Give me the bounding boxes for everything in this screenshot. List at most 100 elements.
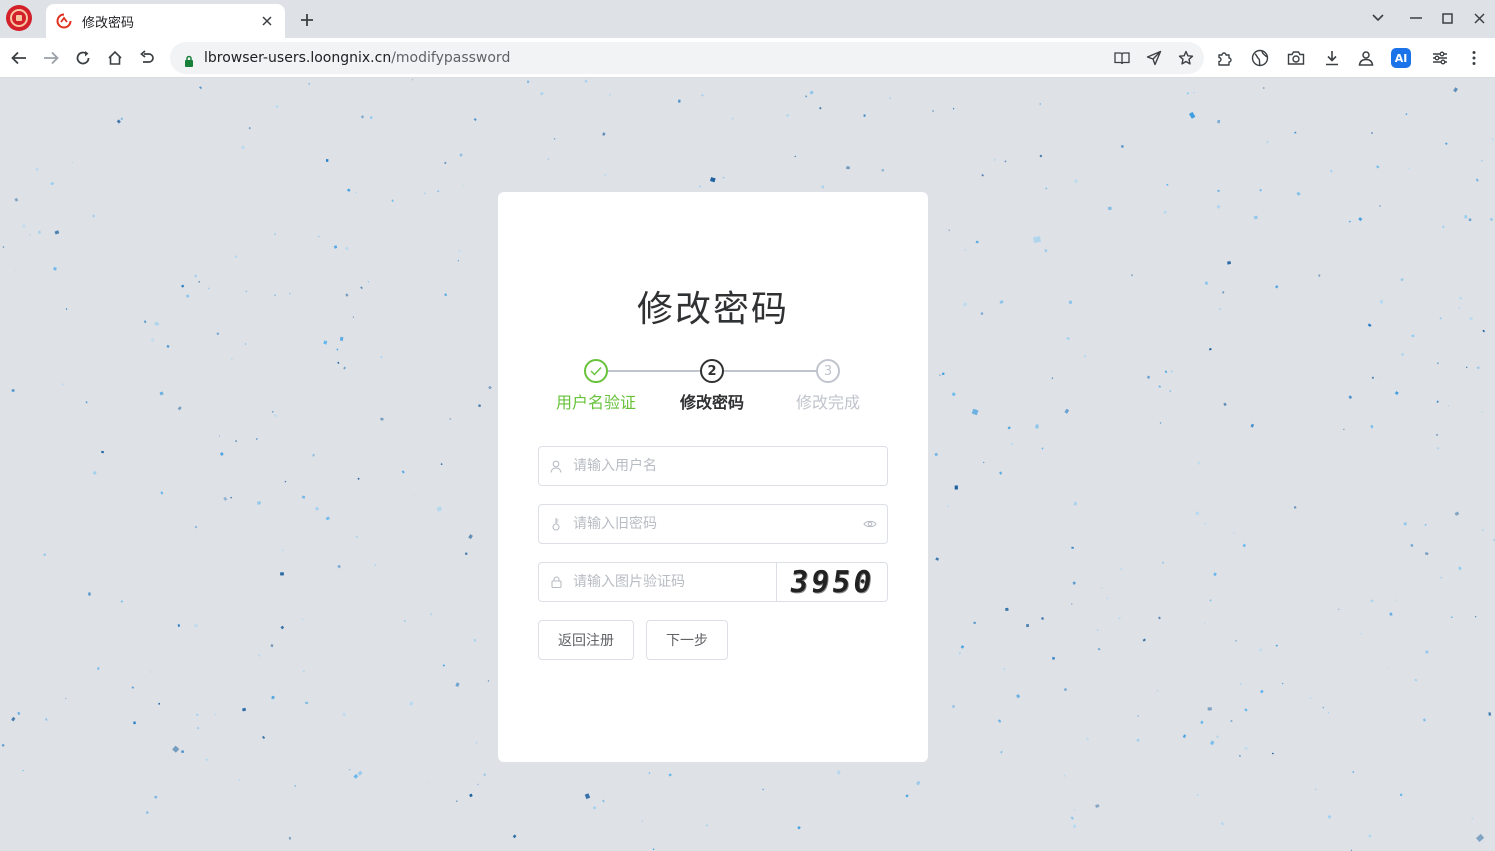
back-to-register-button[interactable]: 返回注册 — [538, 620, 634, 660]
particle-dot — [1137, 715, 1139, 717]
particle-dot — [1338, 608, 1340, 611]
particle-dot — [302, 670, 305, 673]
send-icon[interactable] — [1142, 46, 1166, 70]
globe-translate-icon[interactable] — [1248, 46, 1272, 70]
particle-dot — [131, 686, 135, 689]
particle-dot — [1186, 91, 1190, 95]
particle-dot — [347, 188, 351, 192]
particle-dot — [1217, 189, 1220, 193]
particle-dot — [1424, 552, 1429, 556]
captcha-image[interactable]: 3950 — [776, 562, 888, 602]
particle-dot — [462, 184, 465, 187]
particle-dot — [935, 557, 940, 561]
profile-icon[interactable] — [1354, 46, 1378, 70]
particle-dot — [1182, 734, 1187, 739]
particle-dot — [436, 506, 443, 512]
home-icon[interactable] — [103, 46, 127, 70]
particle-dot — [1352, 771, 1355, 773]
particle-dot — [1348, 220, 1351, 223]
particle-dot — [821, 185, 825, 189]
customize-sliders-icon[interactable] — [1428, 46, 1452, 70]
particle-dot — [1309, 697, 1312, 700]
back-arrow-icon[interactable] — [7, 46, 31, 70]
particle-dot — [677, 99, 681, 103]
particle-dot — [1403, 522, 1407, 526]
browser-logo-icon[interactable] — [6, 5, 32, 31]
particle-dot — [333, 245, 338, 249]
particle-dot — [280, 572, 284, 576]
reading-mode-icon[interactable] — [1110, 46, 1134, 70]
address-bar[interactable]: lbrowser-users.loongnix.cn/modifypasswor… — [170, 42, 1204, 74]
particle-dot — [477, 783, 479, 786]
particle-dot — [648, 772, 651, 775]
particle-dot — [1083, 355, 1087, 358]
particle-dot — [1096, 629, 1099, 632]
particle-dot — [797, 826, 801, 830]
particle-dot — [1482, 329, 1486, 333]
username-input[interactable] — [573, 447, 887, 485]
lock-icon[interactable] — [184, 52, 194, 67]
particle-dot — [154, 795, 158, 799]
bookmark-star-icon[interactable] — [1174, 46, 1198, 70]
more-menu-icon[interactable] — [1462, 46, 1486, 70]
old-password-input[interactable] — [573, 505, 853, 543]
captcha-input[interactable] — [573, 563, 776, 601]
tab-search-chevron-icon[interactable] — [1365, 6, 1391, 30]
tab-close-icon[interactable] — [259, 13, 275, 29]
particle-dot — [1440, 576, 1443, 579]
minimize-icon[interactable] — [1403, 6, 1429, 30]
particle-dot — [1275, 285, 1279, 289]
captcha-field[interactable] — [538, 562, 777, 602]
particle-dot — [177, 406, 182, 411]
reload-icon[interactable] — [71, 46, 95, 70]
screenshot-camera-icon[interactable] — [1284, 46, 1308, 70]
particle-dot — [345, 293, 349, 297]
particle-dot — [819, 106, 822, 110]
particle-dot — [960, 645, 965, 649]
new-tab-icon[interactable] — [296, 9, 318, 31]
particle-dot — [11, 716, 16, 722]
particle-dot — [1039, 102, 1042, 105]
particle-dot — [1064, 408, 1070, 414]
particle-dot — [547, 158, 550, 160]
particle-dot — [954, 485, 958, 490]
extensions-puzzle-icon[interactable] — [1213, 46, 1237, 70]
eye-icon[interactable] — [853, 519, 887, 529]
particle-dot — [1196, 793, 1199, 796]
particle-dot — [1405, 113, 1408, 116]
particle-dot — [889, 97, 891, 100]
close-window-icon[interactable] — [1466, 6, 1492, 30]
ai-assistant-icon[interactable]: AI — [1389, 46, 1413, 70]
next-step-button[interactable]: 下一步 — [646, 620, 728, 660]
undo-icon[interactable] — [135, 46, 159, 70]
particle-dot — [429, 613, 433, 616]
url-path: /modifypassword — [391, 50, 511, 66]
particle-dot — [1475, 833, 1485, 843]
particle-dot — [846, 166, 850, 170]
username-field[interactable] — [538, 446, 888, 486]
url-text[interactable]: lbrowser-users.loongnix.cn/modifypasswor… — [204, 50, 510, 66]
forward-arrow-icon[interactable] — [39, 46, 63, 70]
particle-dot — [244, 343, 247, 345]
particle-dot — [705, 824, 709, 827]
particle-dot — [317, 235, 320, 238]
particle-dot — [257, 501, 261, 505]
particle-dot — [272, 411, 274, 413]
particle-dot — [1204, 622, 1206, 625]
old-password-field[interactable] — [538, 504, 888, 544]
particle-dot — [1, 743, 5, 747]
particle-dot — [284, 480, 287, 483]
particle-dot — [1454, 511, 1460, 516]
particle-dot — [942, 372, 945, 375]
particle-dot — [905, 794, 909, 798]
particle-dot — [1400, 793, 1403, 797]
download-icon[interactable] — [1320, 46, 1344, 70]
maximize-icon[interactable] — [1434, 6, 1460, 30]
active-tab[interactable]: 修改密码 — [46, 4, 285, 38]
particle-dot — [218, 435, 221, 437]
particle-dot — [22, 770, 24, 772]
particle-dot — [66, 308, 68, 310]
particle-dot — [1318, 274, 1321, 277]
particle-dot — [469, 793, 473, 798]
particle-dot — [584, 79, 588, 83]
